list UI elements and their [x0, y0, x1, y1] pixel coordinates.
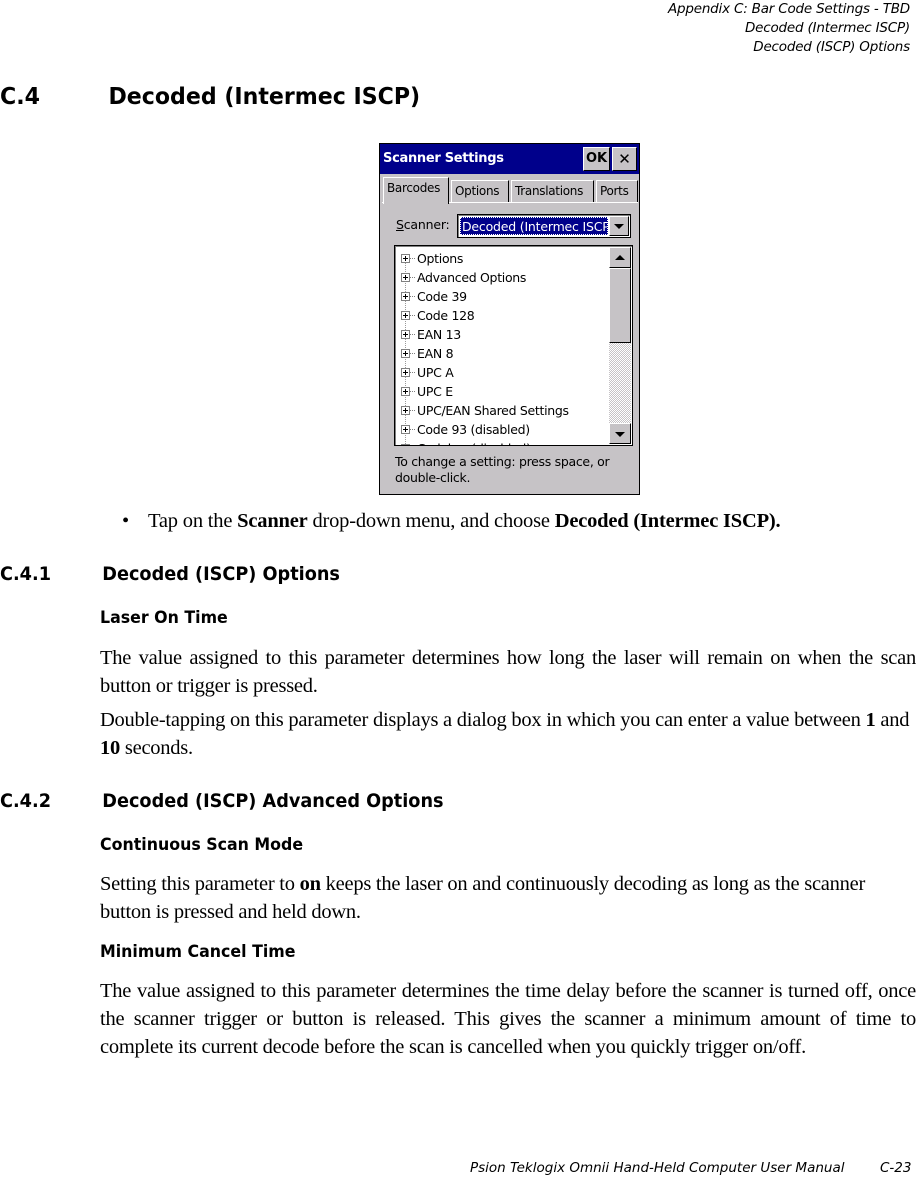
- page-number: C-23: [880, 1160, 912, 1176]
- bullet-text: Tap on the: [148, 510, 238, 532]
- tree-item-label: Code 128: [417, 308, 475, 323]
- settings-tree[interactable]: Options Advanced Options Code 39 Code 128 EA…: [394, 245, 633, 446]
- close-button[interactable]: ✕: [612, 147, 637, 171]
- scanner-dropdown-value: Decoded (Intermec ISCP): [460, 217, 608, 235]
- tree-item-label: Options: [417, 251, 464, 266]
- tab-ports[interactable]: Ports: [596, 180, 638, 202]
- tree-item-label: UPC E: [417, 384, 453, 399]
- text: Setting this parameter to: [100, 873, 300, 895]
- tree-connector: [410, 391, 415, 392]
- tree-connector: [410, 277, 415, 278]
- expand-plus-icon[interactable]: [401, 425, 410, 434]
- close-icon: ✕: [618, 150, 631, 168]
- ok-button[interactable]: OK: [583, 147, 610, 171]
- subsection-number: C.4.2: [0, 790, 51, 812]
- expand-plus-icon[interactable]: [401, 292, 410, 301]
- dialog-title: Scanner Settings: [383, 151, 504, 166]
- max-value: 10: [100, 737, 120, 759]
- dialog-titlebar: Scanner Settings OK ✕: [380, 144, 639, 174]
- tree-item-label: Code 39: [417, 289, 467, 304]
- tree-item-label: Codabar (disabled): [417, 439, 531, 445]
- scroll-up-button[interactable]: [609, 247, 631, 268]
- tree-item-label: UPC/EAN Shared Settings: [417, 403, 569, 418]
- subsection-heading: C.4.2 Decoded (ISCP) Advanced Options: [0, 790, 444, 812]
- running-header-subsection: Decoded (ISCP) Options: [753, 39, 910, 55]
- min-value: 1: [865, 709, 876, 731]
- running-header: Appendix C: Bar Code Settings - TBD Deco…: [668, 0, 910, 57]
- minimum-cancel-time-paragraph: The value assigned to this parameter det…: [100, 980, 916, 1058]
- tree-item-label: Advanced Options: [417, 270, 527, 285]
- scroll-down-button[interactable]: [609, 423, 631, 444]
- bullet-text: drop-down menu, and choose: [307, 510, 555, 532]
- tree-connector: [410, 315, 415, 316]
- subsection-number: C.4.1: [0, 563, 51, 585]
- tree-item-label: EAN 13: [417, 327, 461, 342]
- tree-item-label: Code 93 (disabled): [417, 422, 530, 437]
- tree-connector: [410, 429, 415, 430]
- laser-on-time-paragraph: The value assigned to this parameter det…: [100, 647, 916, 697]
- instruction-bullet: • Tap on the Scanner drop-down menu, and …: [122, 510, 781, 533]
- expand-plus-icon[interactable]: [401, 387, 410, 396]
- tree-connector: [410, 334, 415, 335]
- scanner-label-text: canner:: [403, 217, 450, 232]
- continuous-scan-mode-heading: Continuous Scan Mode: [100, 835, 304, 855]
- minimum-cancel-time-heading: Minimum Cancel Time: [100, 942, 296, 962]
- expand-plus-icon[interactable]: [401, 444, 410, 445]
- scanner-label-mnemonic: S: [396, 217, 404, 232]
- section-title: Decoded (Intermec ISCP): [108, 84, 421, 110]
- tree-connector: [410, 353, 415, 354]
- expand-plus-icon[interactable]: [401, 349, 410, 358]
- manual-title: Psion Teklogix Omnii Hand-Held Computer …: [470, 1160, 845, 1176]
- subsection-heading: C.4.1 Decoded (ISCP) Options: [0, 563, 340, 585]
- page-footer: Psion Teklogix Omnii Hand-Held Computer …: [470, 1160, 911, 1176]
- running-header-chapter: Appendix C: Bar Code Settings - TBD: [667, 1, 910, 17]
- expand-plus-icon[interactable]: [401, 406, 410, 415]
- scanner-dropdown[interactable]: Decoded (Intermec ISCP): [457, 214, 631, 238]
- subsection-title: Decoded (ISCP) Advanced Options: [102, 790, 444, 812]
- bullet-icon: •: [122, 510, 129, 532]
- tree-scrollbar[interactable]: [609, 247, 631, 444]
- arrow-down-icon: [615, 432, 625, 437]
- text: Double-tapping on this parameter display…: [100, 709, 866, 731]
- tab-barcodes[interactable]: Barcodes: [383, 177, 449, 204]
- scanner-label: Scanner:: [396, 217, 450, 232]
- scroll-thumb[interactable]: [609, 268, 631, 343]
- tree-connector: [410, 258, 415, 259]
- scanner-dropdown-button[interactable]: [609, 216, 629, 236]
- section-number: C.4: [0, 84, 40, 110]
- continuous-scan-mode-paragraph: Setting this parameter to on keeps the l…: [100, 870, 900, 926]
- expand-plus-icon[interactable]: [401, 330, 410, 339]
- bullet-bold-choice: Decoded (Intermec ISCP).: [554, 510, 781, 532]
- tree-connector: [410, 372, 415, 373]
- tree-connector: [410, 410, 415, 411]
- tree-item-label: EAN 8: [417, 346, 454, 361]
- scanner-settings-dialog: Scanner Settings OK ✕ Barcodes Options T…: [379, 143, 640, 495]
- tab-bar: Barcodes Options Translations Ports: [383, 177, 638, 204]
- laser-on-time-heading: Laser On Time: [100, 608, 228, 628]
- arrow-up-icon: [615, 255, 625, 260]
- tab-translations[interactable]: Translations: [511, 180, 594, 202]
- expand-plus-icon[interactable]: [401, 273, 410, 282]
- laser-on-time-range-paragraph: Double-tapping on this parameter display…: [100, 706, 916, 762]
- subsection-title: Decoded (ISCP) Options: [102, 563, 340, 585]
- on-keyword: on: [299, 873, 321, 895]
- text: seconds.: [120, 737, 193, 759]
- running-header-section: Decoded (Intermec ISCP): [744, 20, 910, 36]
- expand-plus-icon[interactable]: [401, 311, 410, 320]
- bullet-bold-scanner: Scanner: [237, 510, 308, 532]
- tab-options[interactable]: Options: [451, 180, 509, 202]
- dialog-hint: To change a setting: press space, or dou…: [395, 454, 610, 485]
- expand-plus-icon[interactable]: [401, 254, 410, 263]
- text: and: [875, 709, 910, 731]
- expand-plus-icon[interactable]: [401, 368, 410, 377]
- tree-connector: [410, 296, 415, 297]
- chevron-down-icon: [614, 224, 624, 229]
- tree-item-label: UPC A: [417, 365, 454, 380]
- section-heading: C.4 Decoded (Intermec ISCP): [0, 84, 420, 110]
